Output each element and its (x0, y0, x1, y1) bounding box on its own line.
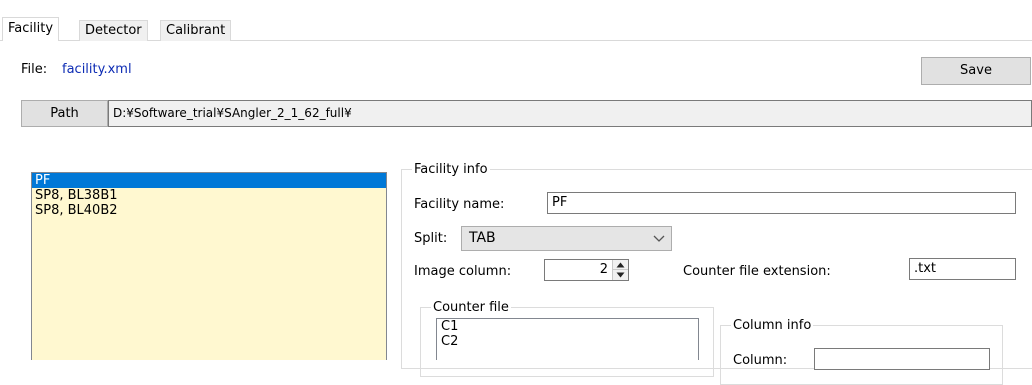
facility-list-item[interactable]: SP8, BL38B1 (32, 188, 386, 203)
file-name: facility.xml (62, 62, 132, 77)
tab-strip-baseline (0, 40, 1032, 41)
tab-detector[interactable]: Detector (79, 20, 148, 41)
image-column-label: Image column: (414, 264, 512, 279)
facility-name-label: Facility name: (414, 197, 505, 212)
counter-list-item[interactable]: C2 (437, 334, 698, 349)
stepper-buttons (612, 260, 628, 280)
chevron-down-icon (653, 235, 665, 242)
counter-file-legend: Counter file (431, 300, 511, 315)
facility-list-item[interactable]: SP8, BL40B2 (32, 203, 386, 218)
facility-list[interactable]: PF SP8, BL38B1 SP8, BL40B2 (31, 172, 387, 360)
column-info-legend: Column info (731, 318, 814, 333)
counter-file-list[interactable]: C1 C2 (436, 318, 699, 360)
split-label: Split: (414, 231, 448, 246)
file-label: File: (21, 62, 48, 77)
facility-info-legend: Facility info (412, 162, 490, 177)
counter-extension-label: Counter file extension: (683, 264, 831, 279)
split-select[interactable]: TAB (461, 226, 672, 251)
save-button[interactable]: Save (921, 57, 1031, 85)
tab-calibrant[interactable]: Calibrant (160, 20, 232, 41)
arrow-down-icon (616, 272, 625, 278)
image-column-value: 2 (599, 262, 608, 277)
split-select-value: TAB (469, 230, 496, 246)
image-column-stepper[interactable]: 2 (544, 259, 629, 281)
path-button[interactable]: Path (21, 100, 108, 127)
column-field[interactable] (814, 348, 990, 370)
column-label: Column: (733, 353, 788, 368)
facility-list-item[interactable]: PF (32, 173, 386, 188)
path-field[interactable]: D:¥Software_trial¥SAngler_2_1_62_full¥ (108, 100, 1032, 127)
stepper-down-button[interactable] (613, 270, 628, 280)
facility-name-field[interactable]: PF (547, 192, 1016, 214)
counter-list-item[interactable]: C1 (437, 319, 698, 334)
counter-extension-field[interactable]: .txt (909, 258, 1016, 280)
tab-strip: Facility Detector Calibrant (0, 0, 1032, 41)
tab-facility[interactable]: Facility (2, 17, 60, 41)
stepper-up-button[interactable] (613, 260, 628, 270)
arrow-up-icon (616, 262, 625, 268)
